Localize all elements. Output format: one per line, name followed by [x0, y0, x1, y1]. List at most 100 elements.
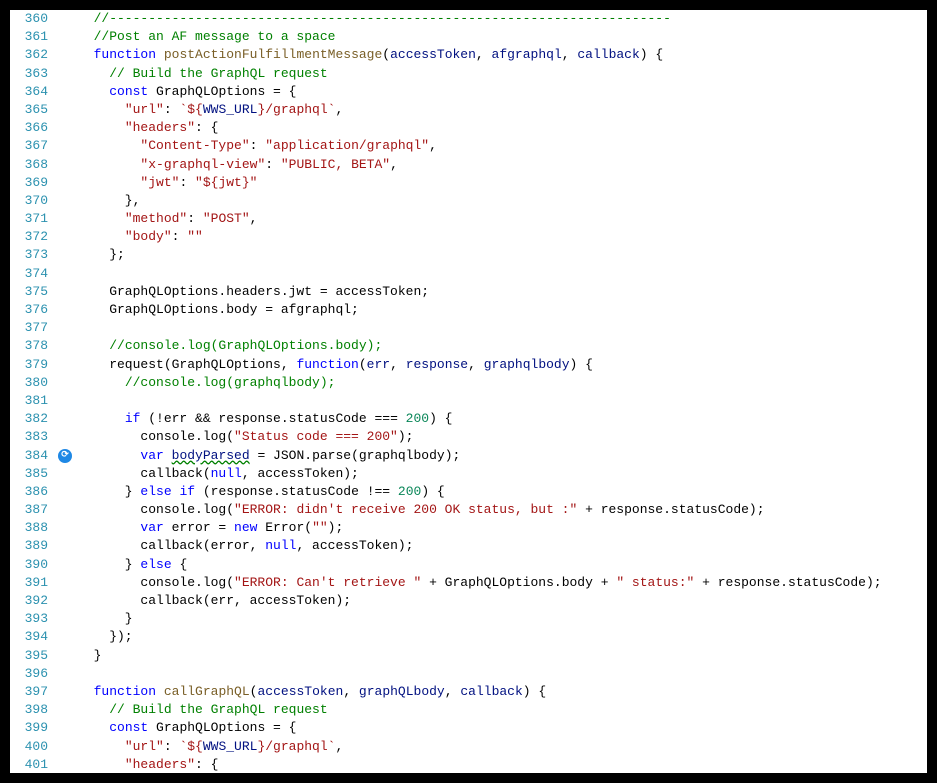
code-line[interactable]: 365 "url": `${WWS_URL}/graphql`, [10, 101, 927, 119]
code-line[interactable]: 374 [10, 265, 927, 283]
code-content[interactable]: "url": `${WWS_URL}/graphql`, [78, 738, 927, 756]
code-line[interactable]: 387 console.log("ERROR: didn't receive 2… [10, 501, 927, 519]
code-line[interactable]: 394 }); [10, 628, 927, 646]
code-line[interactable]: 400 "url": `${WWS_URL}/graphql`, [10, 738, 927, 756]
line-number: 384 [10, 447, 58, 465]
code-line[interactable]: 372 "body": "" [10, 228, 927, 246]
code-content[interactable]: }; [78, 246, 927, 264]
code-line[interactable]: 395 } [10, 647, 927, 665]
line-number: 362 [10, 46, 58, 64]
code-line[interactable]: 397 function callGraphQL(accessToken, gr… [10, 683, 927, 701]
code-content[interactable]: } [78, 647, 927, 665]
code-line[interactable]: 368 "x-graphql-view": "PUBLIC, BETA", [10, 156, 927, 174]
line-number: 382 [10, 410, 58, 428]
code-line[interactable]: 376 GraphQLOptions.body = afgraphql; [10, 301, 927, 319]
code-content[interactable]: "method": "POST", [78, 210, 927, 228]
code-line[interactable]: 373 }; [10, 246, 927, 264]
code-content[interactable] [78, 265, 927, 283]
code-line[interactable]: 384⟳ var bodyParsed = JSON.parse(graphql… [10, 447, 927, 465]
code-content[interactable]: } [78, 610, 927, 628]
code-line[interactable]: 377 [10, 319, 927, 337]
code-content[interactable]: "headers": { [78, 119, 927, 137]
code-content[interactable]: "body": "" [78, 228, 927, 246]
code-line[interactable]: 401 "headers": { [10, 756, 927, 773]
code-content[interactable] [78, 319, 927, 337]
code-content[interactable]: var bodyParsed = JSON.parse(graphqlbody)… [78, 447, 927, 465]
code-line[interactable]: 381 [10, 392, 927, 410]
code-line[interactable]: 396 [10, 665, 927, 683]
gutter [58, 174, 78, 192]
code-line[interactable]: 392 callback(err, accessToken); [10, 592, 927, 610]
code-line[interactable]: 383 console.log("Status code === 200"); [10, 428, 927, 446]
code-content[interactable]: // Build the GraphQL request [78, 65, 927, 83]
code-line[interactable]: 371 "method": "POST", [10, 210, 927, 228]
code-line[interactable]: 364 const GraphQLOptions = { [10, 83, 927, 101]
code-content[interactable] [78, 665, 927, 683]
code-content[interactable]: console.log("ERROR: Can't retrieve " + G… [78, 574, 927, 592]
code-line[interactable]: 360 //----------------------------------… [10, 10, 927, 28]
code-content[interactable]: GraphQLOptions.body = afgraphql; [78, 301, 927, 319]
gutter [58, 265, 78, 283]
code-content[interactable] [78, 392, 927, 410]
code-line[interactable]: 380 //console.log(graphqlbody); [10, 374, 927, 392]
code-line[interactable]: 382 if (!err && response.statusCode === … [10, 410, 927, 428]
code-line[interactable]: 399 const GraphQLOptions = { [10, 719, 927, 737]
gutter [58, 537, 78, 555]
code-line[interactable]: 390 } else { [10, 556, 927, 574]
line-number: 397 [10, 683, 58, 701]
code-content[interactable]: request(GraphQLOptions, function(err, re… [78, 356, 927, 374]
warning-underline: bodyParsed [172, 448, 250, 463]
gutter [58, 65, 78, 83]
code-content[interactable]: console.log("Status code === 200"); [78, 428, 927, 446]
code-line[interactable]: 385 callback(null, accessToken); [10, 465, 927, 483]
line-number: 376 [10, 301, 58, 319]
code-content[interactable]: //console.log(GraphQLOptions.body); [78, 337, 927, 355]
code-line[interactable]: 378 //console.log(GraphQLOptions.body); [10, 337, 927, 355]
gutter [58, 210, 78, 228]
code-content[interactable]: function postActionFulfillmentMessage(ac… [78, 46, 927, 64]
code-content[interactable]: callback(err, accessToken); [78, 592, 927, 610]
code-line[interactable]: 388 var error = new Error(""); [10, 519, 927, 537]
code-content[interactable]: // Build the GraphQL request [78, 701, 927, 719]
code-content[interactable]: "url": `${WWS_URL}/graphql`, [78, 101, 927, 119]
code-content[interactable]: } else { [78, 556, 927, 574]
code-content[interactable]: function callGraphQL(accessToken, graphQ… [78, 683, 927, 701]
code-content[interactable]: GraphQLOptions.headers.jwt = accessToken… [78, 283, 927, 301]
code-content[interactable]: "jwt": "${jwt}" [78, 174, 927, 192]
code-line[interactable]: 391 console.log("ERROR: Can't retrieve "… [10, 574, 927, 592]
code-content[interactable]: //console.log(graphqlbody); [78, 374, 927, 392]
code-line[interactable]: 375 GraphQLOptions.headers.jwt = accessT… [10, 283, 927, 301]
code-content[interactable]: console.log("ERROR: didn't receive 200 O… [78, 501, 927, 519]
code-content[interactable]: callback(error, null, accessToken); [78, 537, 927, 555]
code-content[interactable]: }, [78, 192, 927, 210]
code-content[interactable]: "headers": { [78, 756, 927, 773]
code-editor[interactable]: 360 //----------------------------------… [10, 10, 927, 773]
code-line[interactable]: 361 //Post an AF message to a space [10, 28, 927, 46]
code-line[interactable]: 389 callback(error, null, accessToken); [10, 537, 927, 555]
code-line[interactable]: 366 "headers": { [10, 119, 927, 137]
code-line[interactable]: 363 // Build the GraphQL request [10, 65, 927, 83]
code-line[interactable]: 367 "Content-Type": "application/graphql… [10, 137, 927, 155]
code-content[interactable]: "Content-Type": "application/graphql", [78, 137, 927, 155]
code-content[interactable]: }); [78, 628, 927, 646]
code-content[interactable]: if (!err && response.statusCode === 200)… [78, 410, 927, 428]
code-line[interactable]: 369 "jwt": "${jwt}" [10, 174, 927, 192]
gutter [58, 701, 78, 719]
code-content[interactable]: callback(null, accessToken); [78, 465, 927, 483]
code-line[interactable]: 362 function postActionFulfillmentMessag… [10, 46, 927, 64]
gutter [58, 337, 78, 355]
code-line[interactable]: 398 // Build the GraphQL request [10, 701, 927, 719]
code-content[interactable]: const GraphQLOptions = { [78, 719, 927, 737]
code-content[interactable]: //Post an AF message to a space [78, 28, 927, 46]
code-line[interactable]: 393 } [10, 610, 927, 628]
code-line[interactable]: 386 } else if (response.statusCode !== 2… [10, 483, 927, 501]
code-content[interactable]: "x-graphql-view": "PUBLIC, BETA", [78, 156, 927, 174]
code-content[interactable]: //--------------------------------------… [78, 10, 927, 28]
gutter [58, 665, 78, 683]
code-content[interactable]: } else if (response.statusCode !== 200) … [78, 483, 927, 501]
suggestion-icon[interactable]: ⟳ [58, 449, 72, 463]
code-line[interactable]: 379 request(GraphQLOptions, function(err… [10, 356, 927, 374]
code-content[interactable]: const GraphQLOptions = { [78, 83, 927, 101]
code-content[interactable]: var error = new Error(""); [78, 519, 927, 537]
code-line[interactable]: 370 }, [10, 192, 927, 210]
